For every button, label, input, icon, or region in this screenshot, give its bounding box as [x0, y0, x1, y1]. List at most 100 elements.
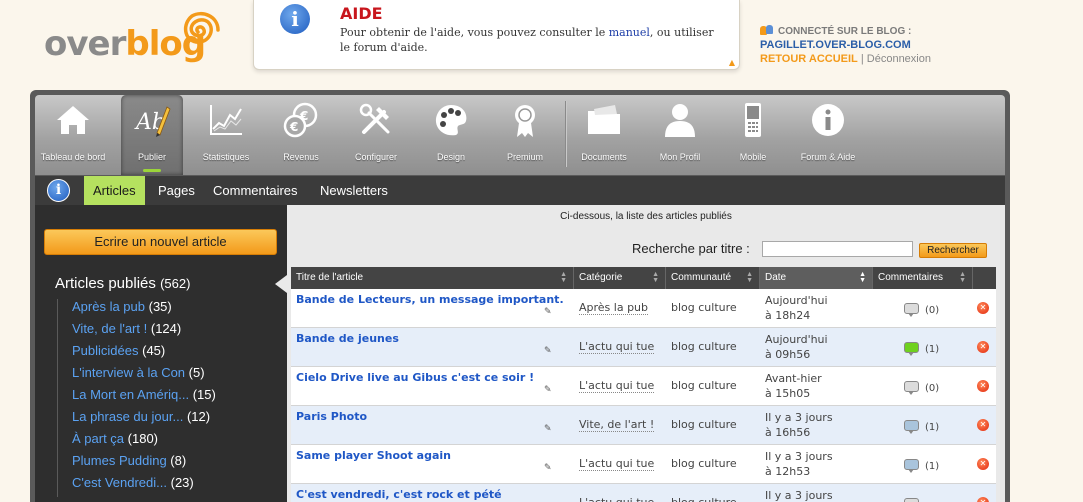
tool-forum-help[interactable]: Forum & Aide — [793, 95, 863, 175]
table-row[interactable]: Bande de jeunes ✎ L'actu qui tue blog cultu… — [291, 328, 996, 367]
tool-profile[interactable]: Mon Profil — [647, 95, 713, 175]
column-category[interactable]: Catégorie ▲ ▼ — [574, 267, 666, 289]
main-content: Ci-dessous, la liste des articles publié… — [287, 205, 1005, 502]
article-title-link[interactable]: Bande de jeunes — [296, 332, 399, 345]
article-title-link[interactable]: Paris Photo — [296, 410, 367, 423]
category-name[interactable]: Vite, de l'art ! — [72, 321, 147, 336]
tool-dashboard[interactable]: Tableau de bord — [35, 95, 111, 175]
new-article-button[interactable]: Ecrire un nouvel article — [44, 229, 277, 255]
table-row[interactable]: C'est vendredi, c'est rock et pété✎L'act… — [291, 484, 996, 502]
edit-pen-icon[interactable]: ✎ — [544, 307, 552, 317]
article-category[interactable]: Vite, de l'art ! — [579, 418, 655, 432]
table-row[interactable]: Bande de Lecteurs, un message important.… — [291, 289, 996, 328]
sort-icon[interactable]: ▲ ▼ — [746, 271, 753, 284]
tab-comments[interactable]: Commentaires — [204, 176, 307, 205]
category-name[interactable]: La phrase du jour... — [72, 409, 183, 424]
tab-articles[interactable]: Articles — [84, 176, 145, 205]
manual-link[interactable]: manuel — [609, 26, 650, 39]
article-title-link[interactable]: C'est vendredi, c'est rock et pété — [296, 488, 502, 501]
published-articles-heading[interactable]: Articles publiés (562) — [55, 275, 190, 292]
tool-configure[interactable]: Configurer — [343, 95, 409, 175]
article-title-link[interactable]: Same player Shoot again — [296, 449, 451, 462]
category-name[interactable]: Publicidées — [72, 343, 139, 358]
edit-pen-icon[interactable]: ✎ — [544, 463, 552, 473]
category-item[interactable]: L'interview à la Con (5) — [72, 365, 216, 387]
home-link[interactable]: RETOUR ACCUEIL — [760, 53, 858, 65]
category-name[interactable]: La Mort en Amériq... — [72, 387, 189, 402]
tool-design[interactable]: Design — [419, 95, 483, 175]
comment-bubble-icon[interactable] — [904, 459, 919, 473]
account-links: RETOUR ACCUEIL | Déconnexion — [760, 53, 931, 65]
category-item[interactable]: Après la pub (35) — [72, 299, 216, 321]
delete-icon[interactable]: ✕ — [977, 458, 989, 470]
article-category[interactable]: L'actu qui tue — [579, 496, 654, 502]
table-row[interactable]: Same player Shoot again ✎ L'actu qui tue bl… — [291, 445, 996, 484]
sort-icon[interactable]: ▲ ▼ — [560, 271, 567, 284]
logout-link[interactable]: Déconnexion — [867, 53, 931, 65]
overblog-logo[interactable]: overblog — [44, 8, 224, 72]
comment-count: (1) — [925, 422, 940, 433]
delete-icon[interactable]: ✕ — [977, 380, 989, 392]
column-community[interactable]: Communauté ▲ ▼ — [666, 267, 760, 289]
category-item[interactable]: Plumes Pudding (8) — [72, 453, 216, 475]
table-row[interactable]: Paris Photo ✎ Vite, de l'art ! blog culture… — [291, 406, 996, 445]
category-item[interactable]: Publicidées (45) — [72, 343, 216, 365]
delete-icon[interactable]: ✕ — [977, 497, 989, 502]
category-name[interactable]: L'interview à la Con — [72, 365, 185, 380]
tool-documents[interactable]: Documents — [571, 95, 637, 175]
edit-pen-icon[interactable]: ✎ — [544, 385, 552, 395]
category-count: (12) — [186, 409, 211, 424]
category-count: (124) — [150, 321, 182, 336]
edit-pen-icon[interactable]: ✎ — [544, 346, 552, 356]
tools-icon — [359, 103, 390, 134]
article-title-link[interactable]: Cielo Drive live au Gibus c'est ce soir … — [296, 371, 534, 384]
tool-publish[interactable]: Ab Publier — [121, 95, 183, 175]
category-name[interactable]: C'est Vendredi... — [72, 475, 167, 490]
article-category[interactable]: L'actu qui tue — [579, 457, 655, 471]
blog-name[interactable]: PAGILLET.OVER-BLOG.COM — [760, 39, 931, 51]
tool-mobile[interactable]: Mobile — [723, 95, 783, 175]
delete-icon[interactable]: ✕ — [977, 302, 989, 314]
edit-pen-icon[interactable]: ✎ — [544, 424, 552, 434]
tool-premium[interactable]: Premium — [493, 95, 557, 175]
category-item[interactable]: La phrase du jour... (12) — [72, 409, 216, 431]
column-title[interactable]: Titre de l'article ▲ ▼ — [291, 267, 574, 289]
comment-bubble-icon[interactable] — [904, 303, 919, 317]
tab-pages[interactable]: Pages — [149, 176, 204, 205]
sort-icon[interactable]: ▲ ▼ — [652, 271, 659, 284]
info-icon[interactable]: i — [47, 179, 70, 202]
article-category[interactable]: L'actu qui tue — [579, 340, 655, 354]
category-name[interactable]: À part ça — [72, 431, 124, 446]
sort-icon[interactable]: ▲ ▼ — [859, 271, 866, 284]
article-date: Avant-hier à 15h05 — [765, 371, 822, 401]
comment-bubble-icon[interactable] — [904, 342, 919, 356]
category-count: (45) — [142, 343, 166, 358]
delete-icon[interactable]: ✕ — [977, 419, 989, 431]
tab-newsletters[interactable]: Newsletters — [311, 176, 397, 205]
category-item[interactable]: La Mort en Amériq... (15) — [72, 387, 216, 409]
delete-icon[interactable]: ✕ — [977, 341, 989, 353]
resize-corner-icon[interactable]: ▲ — [729, 58, 735, 67]
tool-revenue[interactable]: € € Revenus — [269, 95, 333, 175]
search-button[interactable]: Rechercher — [919, 243, 987, 258]
search-input[interactable] — [762, 241, 913, 257]
comment-bubble-icon[interactable] — [904, 498, 919, 502]
table-row[interactable]: Cielo Drive live au Gibus c'est ce soir … — [291, 367, 996, 406]
category-name[interactable]: Après la pub — [72, 299, 145, 314]
comment-bubble-icon[interactable] — [904, 381, 919, 395]
info-icon — [812, 104, 844, 136]
column-comments[interactable]: Commentaires ▲ ▼ — [873, 267, 973, 289]
category-item[interactable]: C'est Vendredi... (23) — [72, 475, 216, 497]
comment-count: (1) — [925, 461, 940, 472]
category-item[interactable]: À part ça (180) — [72, 431, 216, 453]
sort-icon[interactable]: ▲ ▼ — [959, 271, 966, 284]
tool-statistics[interactable]: Statistiques — [193, 95, 259, 175]
comment-bubble-icon[interactable] — [904, 420, 919, 434]
tool-label: Mon Profil — [659, 152, 701, 162]
article-category[interactable]: Après la pub — [579, 301, 649, 315]
column-date[interactable]: Date ▲ ▼ — [760, 267, 873, 289]
category-item[interactable]: Vite, de l'art ! (124) — [72, 321, 216, 343]
article-title-link[interactable]: Bande de Lecteurs, un message important. — [296, 293, 564, 306]
category-name[interactable]: Plumes Pudding — [72, 453, 167, 468]
article-category[interactable]: L'actu qui tue — [579, 379, 655, 393]
